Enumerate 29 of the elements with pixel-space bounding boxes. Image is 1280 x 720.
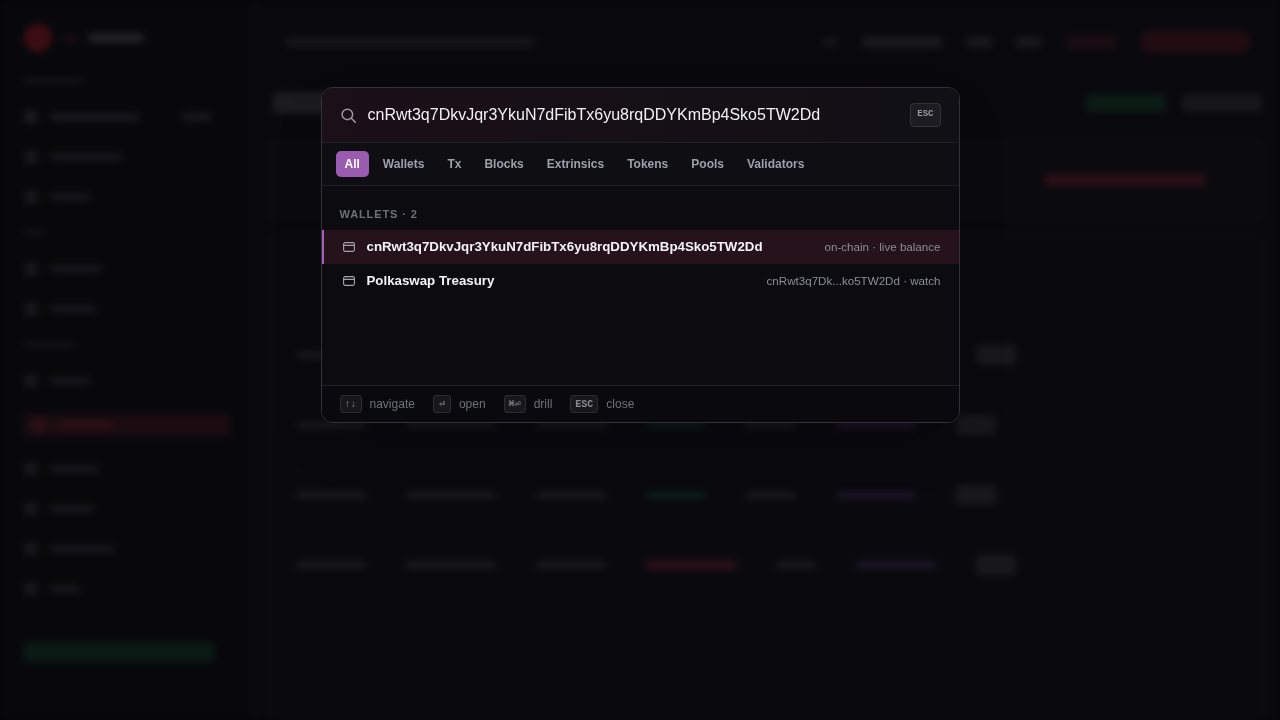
filter-tab[interactable]: Tx [438,151,471,177]
hint-label: close [606,396,635,413]
search-bar[interactable]: cnRwt3q7DkvJqr3YkuN7dFibTx6yu8rqDDYKmBp4Sko5TW2Dd ESC [321,88,959,143]
card-icon [342,241,355,252]
filter-tab[interactable]: All [335,151,369,177]
result-meta: cnRwt3q7Dk...ko5TW2Dd · watch [766,272,941,289]
hint-label: open [458,396,486,413]
hint-label: navigate [369,396,415,413]
result-title: Polkaswap Treasury [366,271,495,290]
search-field[interactable]: cnRwt3q7DkvJqr3YkuN7dFibTx6yu8rqDDYKmBp4Sko5TW2Dd [367,103,911,127]
filter-tab[interactable]: Tokens [618,151,678,177]
section-heading: WALLETS · 2 [339,207,418,222]
esc-key-hint: ESC [910,103,941,127]
hint-label: drill [533,396,553,413]
key-hint: ⏎ [432,395,451,413]
filter-tab[interactable]: Blocks [475,151,533,177]
search-icon [340,107,356,123]
result-meta: on-chain · live balance [824,238,941,255]
filter-tab[interactable]: Pools [682,151,733,177]
key-hint: ⌘⏎ [503,395,526,413]
result-title: cnRwt3q7DkvJqr3YkuN7dFibTx6yu8rqDDYKmBp4Sko5TW2Dd [366,237,763,256]
filter-tab[interactable]: Extrinsics [537,151,614,177]
key-hint: ↑↓ [339,395,362,413]
filter-tab[interactable]: Wallets [373,151,434,177]
result-row[interactable]: cnRwt3q7DkvJqr3YkuN7dFibTx6yu8rqDDYKmBp4Sko5TW2Dd on-chain · live balance [321,229,959,264]
result-row[interactable]: Polkaswap Treasury cnRwt3q7Dk...ko5TW2Dd · watch [321,263,959,298]
filter-tab[interactable]: Validators [737,151,814,177]
card-icon [342,275,355,286]
key-hint: ESC [570,395,599,413]
